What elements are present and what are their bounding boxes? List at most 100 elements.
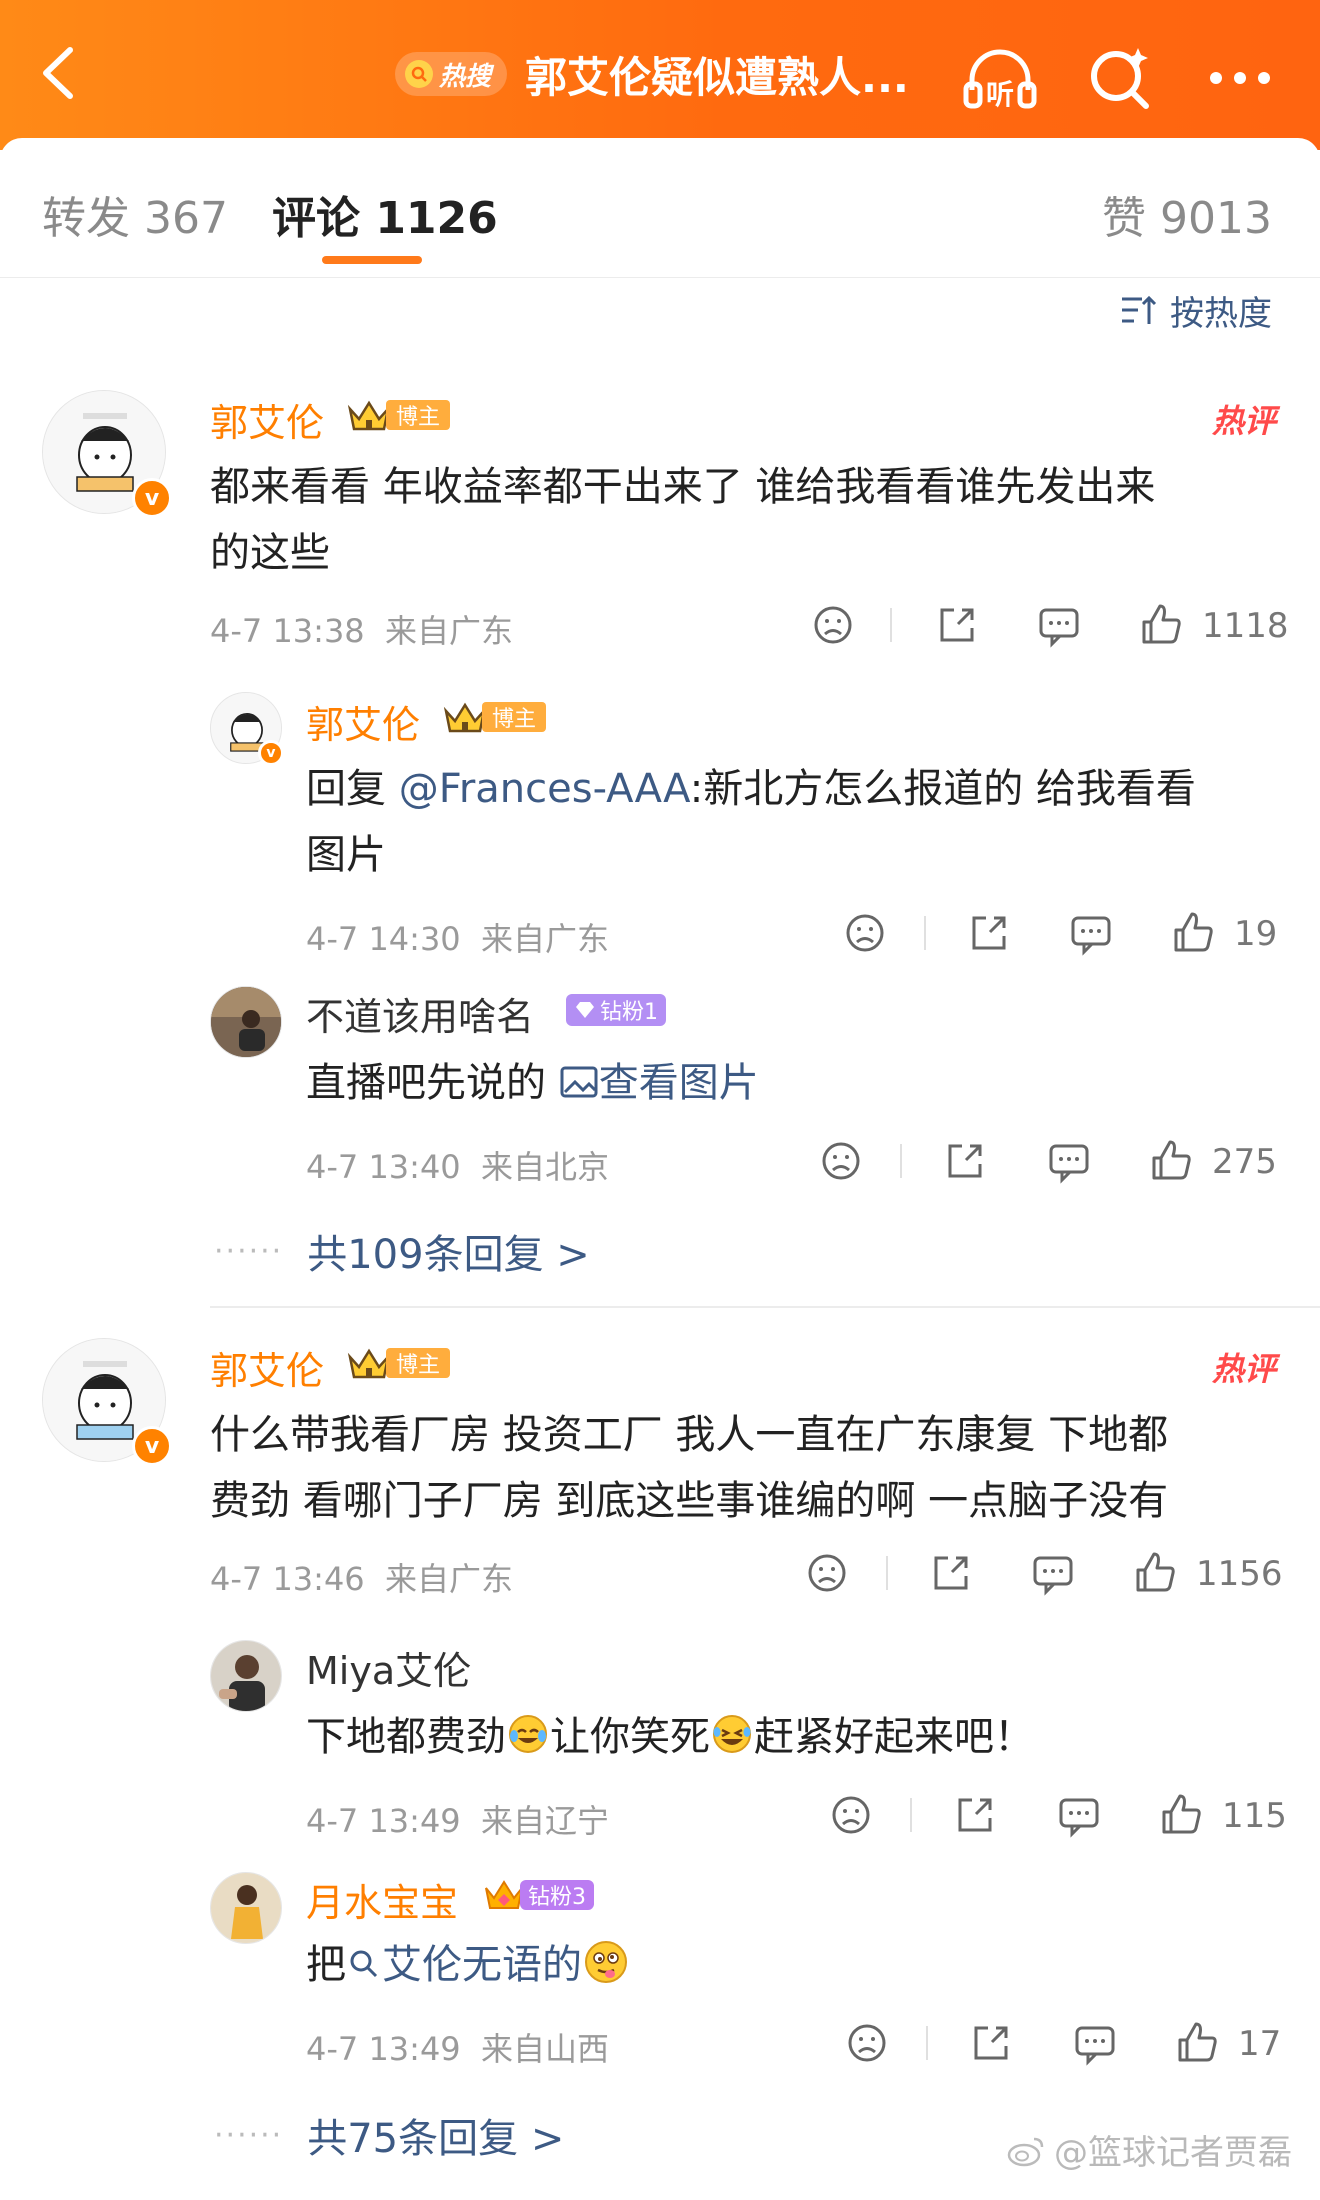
reply-username[interactable]: Miya艾伦 [306,1640,471,1695]
like-count: 1156 [1196,1554,1283,1594]
avatar[interactable] [210,986,282,1058]
frown-face-icon [808,1554,846,1592]
reply-username[interactable]: 月水宝宝 [306,1872,458,1927]
share-button[interactable] [966,2018,1016,2068]
blogger-badge: 博主 [442,700,547,734]
comment-bubble-icon [1075,2026,1115,2066]
dots-decoration: ······ [214,1233,284,1269]
frown-face-icon [846,914,884,952]
weibo-logo-icon [1007,2137,1044,2166]
search-icon [350,1950,378,1978]
like-button[interactable] [1130,1548,1180,1598]
share-icon [940,608,974,642]
reply-text-body: :新北方怎么报道的 给我看看 [689,766,1196,812]
hot-comment-tag: 热评 [1211,1350,1276,1388]
tab-likes[interactable]: 赞 9013 [1102,182,1272,246]
comment-actions: 1118 [0,600,1320,650]
back-arrow-icon [43,47,73,99]
like-count: 115 [1222,1796,1287,1836]
dislike-button[interactable] [840,908,890,958]
listen-button[interactable]: 听 [958,38,1042,118]
like-button[interactable] [1156,1790,1206,1840]
frown-face-icon [814,606,852,644]
more-replies-label: 共75条回复 > [307,2116,565,2162]
mention-link[interactable]: @Frances-AAA [399,766,690,812]
action-divider [900,1144,902,1178]
search-button[interactable] [1080,38,1160,118]
back-button[interactable] [26,38,96,108]
more-options-button[interactable] [1200,38,1280,118]
blogger-badge: 博主 [346,398,451,432]
comment-text-line: 什么带我看厂房 投资工厂 我人一直在广东康复 下地都 [210,1412,1169,1458]
avatar[interactable] [210,1640,282,1712]
reply-button[interactable] [1034,600,1084,650]
blogger-badge-label: 博主 [386,1348,451,1378]
like-button[interactable] [1168,908,1218,958]
image-icon [560,1066,598,1098]
reply-username[interactable]: 郭艾伦 [306,694,420,749]
thumbs-up-icon [1178,2022,1217,2062]
like-button[interactable] [1172,2018,1222,2068]
reply-button[interactable] [1044,1136,1094,1186]
photo-avatar-image [211,1873,281,1943]
action-divider [890,608,892,642]
comment-text: 什么带我看厂房 投资工厂 我人一直在广东康复 下地都 费劲 看哪门子厂房 到底这… [210,1402,1290,1534]
dislike-button[interactable] [842,2018,892,2068]
dislike-button[interactable] [816,1136,866,1186]
tab-comments[interactable]: 评论 1126 [272,182,498,246]
reply-button[interactable] [1070,2018,1120,2068]
blogger-badge-label: 博主 [482,702,547,732]
comment-username[interactable]: 郭艾伦 [210,392,324,447]
like-count: 1118 [1202,606,1289,646]
laughing-emoji-icon [713,1715,751,1753]
dislike-button[interactable] [808,600,858,650]
like-count: 275 [1212,1142,1277,1182]
active-tab-indicator [322,256,422,264]
comment-username[interactable]: 郭艾伦 [210,1340,324,1395]
reply-button[interactable] [1028,1548,1078,1598]
verified-v-icon: v [132,478,172,518]
blogger-badge: 博主 [346,1346,451,1380]
reply-prefix: 回复 [306,766,399,812]
hot-search-tag[interactable]: 热搜 [395,52,507,96]
reply-username[interactable]: 不道该用啥名 [306,986,534,1041]
dislike-button[interactable] [802,1548,852,1598]
thumbs-up-icon [1136,1552,1175,1592]
share-icon [974,2026,1008,2060]
share-button[interactable] [926,1548,976,1598]
dislike-button[interactable] [826,1790,876,1840]
comment-bubble-icon [1071,916,1111,956]
search-icon [405,60,433,88]
watermark-text: @篮球记者贾磊 [1054,2133,1292,2173]
more-replies-label: 共109条回复 > [307,1232,590,1278]
share-icon [934,1556,968,1590]
topic-search-link[interactable]: 艾伦无语的 [346,1942,582,1988]
share-button[interactable] [950,1790,1000,1840]
tab-repost[interactable]: 转发 367 [42,182,228,246]
photo-avatar-image [211,987,281,1057]
hot-comment-tag: 热评 [1211,402,1276,440]
view-image-link[interactable]: 查看图片 [559,1060,759,1106]
frown-face-icon [848,2024,886,2062]
like-button[interactable] [1136,600,1186,650]
comment-divider [210,1306,1320,1308]
diamond-fan-badge: 钻粉1 [566,994,666,1026]
avatar[interactable] [210,1872,282,1944]
share-button[interactable] [964,908,1014,958]
sort-button[interactable]: 按热度 [1118,288,1272,334]
more-replies-link[interactable]: ······ 共75条回复 > [214,2106,564,2164]
like-button[interactable] [1146,1136,1196,1186]
action-divider [926,2026,928,2060]
share-icon [948,1144,982,1178]
reply-button[interactable] [1066,908,1116,958]
more-replies-link[interactable]: ······ 共109条回复 > [214,1222,590,1280]
reply-button[interactable] [1054,1790,1104,1840]
reply-actions: 275 [0,1136,1320,1186]
comment-bubble-icon [1059,1798,1099,1838]
share-button[interactable] [940,1136,990,1186]
view-image-label: 查看图片 [598,1060,759,1106]
sort-icon [1122,295,1157,324]
share-button[interactable] [932,600,982,650]
more-dots-icon [1210,72,1270,84]
reply-text: 直播吧先说的 查看图片 [306,1050,1296,1116]
